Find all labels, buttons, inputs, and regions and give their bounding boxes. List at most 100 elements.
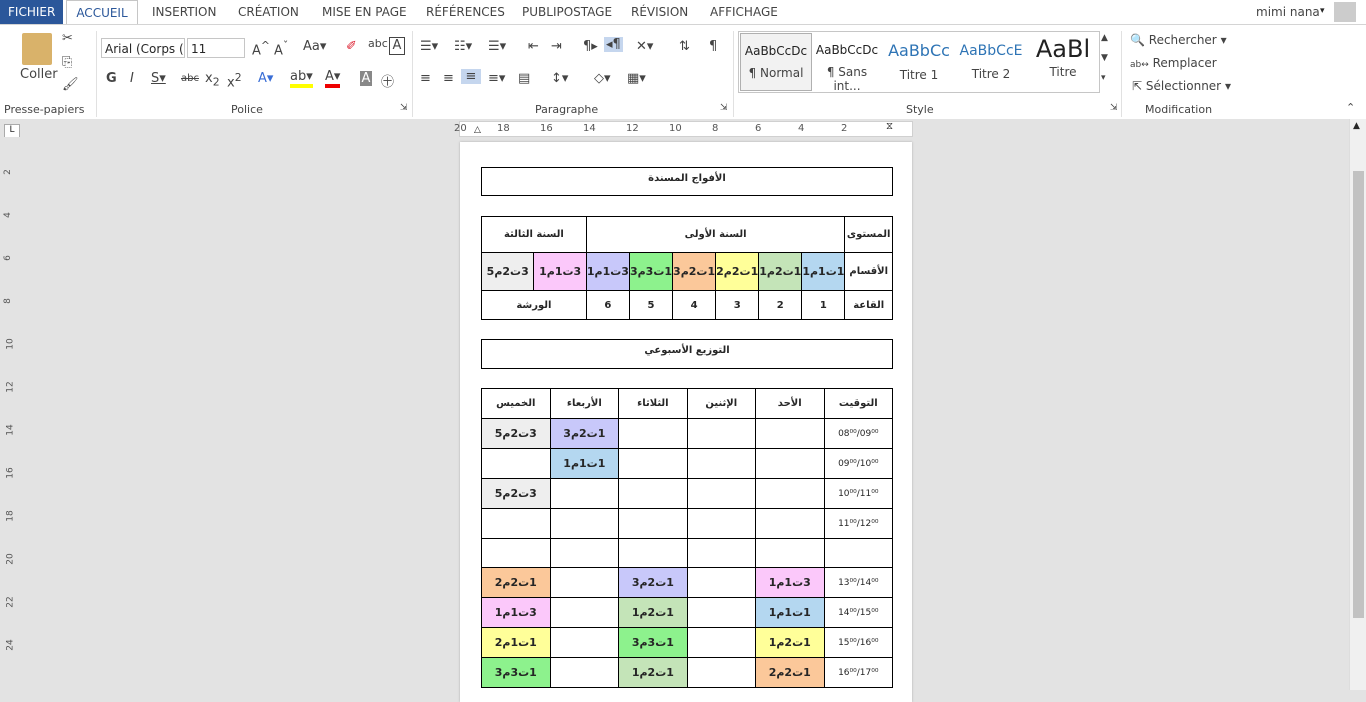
format-painter-icon[interactable]: 🖌 — [62, 77, 79, 92]
schedule-cell: 1ت2م2 — [754, 657, 825, 688]
tab-file[interactable]: FICHIER — [0, 0, 64, 24]
highlight-icon[interactable]: ab▾ — [290, 69, 313, 88]
schedule-cell: 3ت1م1 — [481, 597, 551, 628]
styles-dialog-icon[interactable]: ⇲ — [1110, 103, 1118, 113]
align-center-icon[interactable]: ≡ — [443, 71, 454, 86]
italic-icon[interactable]: I — [130, 71, 134, 86]
schedule-cell: 1ت1م2 — [481, 627, 551, 658]
schedule-cell — [618, 478, 688, 509]
strikethrough-icon[interactable]: abc — [181, 73, 199, 84]
right-indent-marker-icon[interactable]: ⧖ — [886, 121, 893, 132]
decrease-indent-icon[interactable]: ⇤ — [528, 39, 539, 54]
schedule-cell: 1ت3م3 — [481, 657, 551, 688]
weekly-schedule-title: التوزيع الأسبوعي — [481, 339, 893, 369]
paste-icon[interactable] — [22, 33, 52, 65]
font-name-combo[interactable]: Arial (Corps ( — [101, 38, 185, 58]
schedule-cell — [549, 538, 620, 568]
ltr-icon[interactable]: ¶▸ — [583, 39, 598, 54]
increase-indent-icon[interactable]: ⇥ — [551, 39, 562, 54]
ruler-tick-label: 10 — [5, 338, 16, 350]
tab-home[interactable]: ACCUEIL — [66, 0, 138, 26]
char-shading-icon[interactable]: A — [360, 71, 372, 86]
styles-scroll-down-icon[interactable]: ▼ — [1101, 53, 1108, 63]
workshop-cell: الورشة — [481, 290, 587, 320]
font-size-combo[interactable]: 11 — [187, 38, 245, 58]
multilevel-list-icon[interactable]: ☰▾ — [488, 39, 506, 54]
borders-icon[interactable]: ▦▾ — [627, 71, 646, 86]
sort-icon[interactable]: ⇅ — [679, 39, 690, 54]
shading-icon[interactable]: ◇▾ — [594, 71, 611, 86]
replace-icon: ab↔ — [1130, 60, 1149, 70]
superscript-icon[interactable]: x2 — [227, 71, 242, 90]
shrink-font-icon[interactable]: Aˇ — [274, 39, 288, 58]
paste-button[interactable]: Coller — [20, 67, 58, 82]
style-heading1[interactable]: AaBbCc Titre 1 — [884, 33, 954, 89]
paragraph-dialog-icon[interactable]: ⇲ — [720, 103, 728, 113]
user-name[interactable]: mimi nana — [1256, 0, 1320, 24]
tab-review[interactable]: RÉVISION — [631, 0, 688, 24]
schedule-cell — [549, 657, 620, 688]
ruler-tick-label: 14 — [583, 123, 596, 134]
style-title[interactable]: AaBl Titre — [1028, 33, 1098, 89]
styles-scroll-up-icon[interactable]: ▲ — [1101, 33, 1108, 43]
schedule-cell: 3ت2م5 — [481, 478, 551, 509]
tab-layout[interactable]: MISE EN PAGE — [322, 0, 407, 24]
tab-insert[interactable]: INSERTION — [152, 0, 216, 24]
text-effects-icon[interactable]: A▾ — [258, 71, 273, 86]
room-number: 4 — [672, 290, 717, 320]
enclose-char-icon[interactable]: ㊉ — [381, 71, 394, 90]
font-color-icon[interactable]: A▾ — [325, 69, 341, 88]
show-marks-icon[interactable]: ¶ — [709, 39, 717, 54]
numbering-icon[interactable]: ☷▾ — [454, 39, 472, 54]
select-button[interactable]: ⇱ Sélectionner ▾ — [1132, 79, 1231, 93]
grow-font-icon[interactable]: A^ — [252, 39, 270, 58]
find-icon: 🔍 — [1130, 33, 1145, 47]
ruler-tick-label: 16 — [5, 467, 16, 479]
tab-view[interactable]: AFFICHAGE — [710, 0, 778, 24]
line-spacing-icon[interactable]: ↕▾ — [551, 71, 568, 86]
align-right-icon[interactable]: ≡ — [461, 69, 481, 84]
document-page[interactable]: الأفواج المسندة المستوى السنة الأولى الس… — [460, 142, 912, 702]
schedule-cell — [686, 567, 756, 598]
vertical-scrollbar[interactable]: ▲ — [1349, 119, 1366, 690]
asian-layout-icon[interactable]: ✕▾ — [636, 39, 653, 54]
class-cell: 1ت1م1 — [801, 252, 846, 291]
distribute-icon[interactable]: ▤ — [518, 71, 530, 86]
copy-icon[interactable]: ⎘ — [62, 55, 72, 70]
find-button[interactable]: 🔍 Rechercher ▾ — [1130, 33, 1227, 47]
style-no-spacing[interactable]: AaBbCcDc ¶ Sans int... — [812, 33, 882, 93]
underline-icon[interactable]: S▾ — [151, 71, 166, 86]
schedule-cell — [754, 478, 825, 509]
scroll-up-icon[interactable]: ▲ — [1353, 121, 1360, 131]
schedule-cell: 1ت2م1 — [618, 597, 688, 628]
change-case-icon[interactable]: Aa▾ — [303, 39, 326, 54]
justify-icon[interactable]: ≡▾ — [488, 71, 505, 86]
schedule-cell — [754, 538, 825, 568]
clear-format-icon[interactable]: ✐ — [346, 39, 357, 54]
font-dialog-icon[interactable]: ⇲ — [400, 103, 408, 113]
align-left-icon[interactable]: ≡ — [420, 71, 431, 86]
tab-design[interactable]: CRÉATION — [238, 0, 299, 24]
avatar[interactable] — [1334, 2, 1356, 22]
style-heading2[interactable]: AaBbCcE Titre 2 — [956, 33, 1026, 89]
phonetic-icon[interactable]: abc — [368, 37, 388, 50]
tab-mailings[interactable]: PUBLIPOSTAGE — [522, 0, 612, 24]
style-normal[interactable]: AaBbCcDc ¶ Normal — [740, 33, 812, 91]
styles-more-icon[interactable]: ▾ — [1101, 73, 1106, 83]
bullets-icon[interactable]: ☰▾ — [420, 39, 438, 54]
tab-selector-icon[interactable]: L — [4, 124, 20, 138]
collapse-ribbon-icon[interactable]: ⌃ — [1346, 101, 1355, 114]
font-group-label: Police — [231, 103, 263, 116]
subscript-icon[interactable]: x2 — [205, 71, 220, 89]
room-number: 6 — [585, 290, 630, 320]
bold-icon[interactable]: G — [106, 71, 117, 86]
schedule-cell: 1ت1م1 — [754, 597, 825, 628]
scroll-thumb[interactable] — [1353, 171, 1364, 618]
replace-button[interactable]: ab↔ Remplacer — [1130, 56, 1217, 70]
rtl-icon[interactable]: ◂¶ — [604, 37, 623, 52]
char-border-icon[interactable]: A — [389, 37, 405, 55]
cut-icon[interactable]: ✂ — [62, 31, 73, 46]
left-indent-marker-icon[interactable]: △ — [474, 125, 481, 135]
tab-references[interactable]: RÉFÉRENCES — [426, 0, 505, 24]
chevron-down-icon[interactable]: ▾ — [1320, 6, 1325, 16]
